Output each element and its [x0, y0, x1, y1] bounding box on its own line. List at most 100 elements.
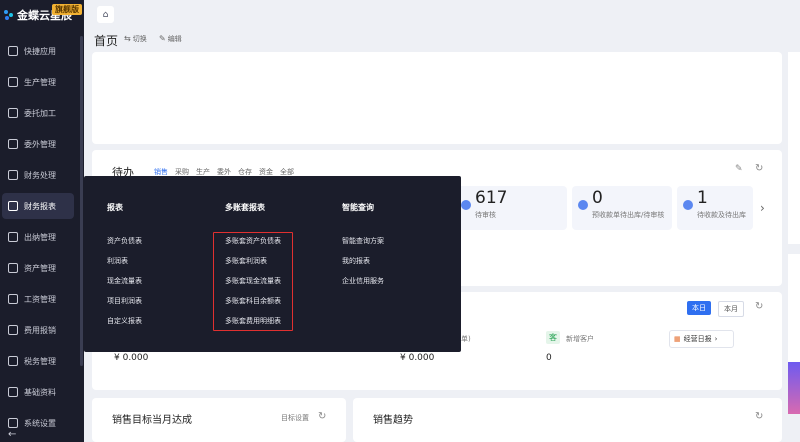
chart-icon: ▦	[674, 335, 681, 343]
sidebar-item-label: 委外管理	[24, 139, 56, 149]
trend-refresh-icon[interactable]: ↻	[755, 411, 763, 422]
asset-icon	[8, 263, 18, 273]
report-icon	[8, 201, 18, 211]
sales-target-title: 销售目标当月达成	[112, 415, 192, 426]
new-customer-label: 新增客户	[566, 335, 594, 343]
sidebar-item-assets[interactable]: 资产管理	[0, 255, 84, 281]
apps-icon	[8, 46, 18, 56]
banner-card	[92, 52, 782, 144]
menu-smart-query-plan[interactable]: 智能查询方案	[342, 236, 384, 246]
amount-1: ¥ 0.000	[114, 353, 149, 363]
sidebar-scrollbar[interactable]	[80, 36, 83, 366]
factory-icon	[8, 77, 18, 87]
sidebar: 金蝶云星辰 旗舰版 快捷应用 生产管理 委托加工 委外管理 财务处理 财务报表 …	[0, 0, 84, 442]
stat-label: 待审核	[475, 211, 496, 219]
sidebar-item-label: 费用报销	[24, 325, 56, 335]
sidebar-item-expense[interactable]: 费用报销	[0, 317, 84, 343]
stat-label: 待收款及待出库	[697, 211, 746, 219]
page-title: 首页	[94, 34, 119, 48]
sidebar-item-label: 财务报表	[24, 201, 56, 211]
sidebar-item-cashier[interactable]: 出纳管理	[0, 224, 84, 250]
sidebar-item-label: 工资管理	[24, 294, 56, 304]
review-icon	[461, 200, 471, 210]
menu-cash-flow[interactable]: 现金流量表	[107, 276, 142, 286]
stat-label: 预收款单待出库/待审核	[592, 211, 665, 219]
brand-logo[interactable]: 金蝶云星辰 旗舰版	[0, 0, 84, 30]
sidebar-item-label: 快捷应用	[24, 46, 56, 56]
amount-2: ¥ 0.000	[400, 353, 435, 363]
edit-todo-icon[interactable]: ✎	[735, 164, 743, 174]
edit-button[interactable]: ✎ 编辑	[159, 34, 182, 44]
column-title-smart-query: 智能查询	[342, 203, 374, 212]
menu-income-statement[interactable]: 利润表	[107, 256, 128, 266]
multi-book-highlight-box	[213, 232, 293, 331]
next-arrow-icon[interactable]: ›	[760, 201, 765, 215]
sales-trend-title: 销售趋势	[373, 415, 413, 426]
sales-trend-card	[353, 398, 782, 442]
sidebar-item-label: 财务处理	[24, 170, 56, 180]
sidebar-item-financial-reports[interactable]: 财务报表	[2, 193, 74, 219]
today-button[interactable]: 本日	[687, 301, 711, 315]
menu-custom-report[interactable]: 自定义报表	[107, 316, 142, 326]
chevron-right-icon: ›	[714, 335, 718, 343]
cashier-icon	[8, 232, 18, 242]
stat-value: 617	[475, 188, 508, 208]
sidebar-item-label: 基础资料	[24, 387, 56, 397]
sidebar-item-contract-processing[interactable]: 委托加工	[0, 100, 84, 126]
tools-icon	[8, 108, 18, 118]
column-title-reports: 报表	[107, 203, 123, 212]
financial-reports-dropdown: 报表 多账套报表 智能查询 资产负债表 利润表 现金流量表 项目利润表 自定义报…	[84, 176, 461, 352]
salary-icon	[8, 294, 18, 304]
sidebar-item-tax[interactable]: 税务管理	[0, 348, 84, 374]
sidebar-item-production[interactable]: 生产管理	[0, 69, 84, 95]
target-refresh-icon[interactable]: ↻	[318, 411, 326, 422]
edition-badge: 旗舰版	[52, 4, 82, 15]
switch-button[interactable]: ⇆ 切换	[124, 34, 147, 44]
switch-icon: ⇆	[124, 34, 131, 43]
column-title-multi-book-reports: 多账套报表	[225, 203, 265, 212]
report-refresh-icon[interactable]: ↻	[755, 301, 763, 312]
partial-label: 单)	[461, 335, 471, 343]
stat-value: 0	[592, 188, 603, 208]
customer-icon: 客	[546, 331, 560, 344]
stat-value: 1	[697, 188, 708, 208]
edit-label: 编辑	[167, 35, 182, 43]
menu-my-reports[interactable]: 我的报表	[342, 256, 370, 266]
menu-credit-service[interactable]: 企业信用服务	[342, 276, 384, 286]
sidebar-item-label: 资产管理	[24, 263, 56, 273]
menu-project-profit[interactable]: 项目利润表	[107, 296, 142, 306]
logo-icon	[4, 10, 14, 20]
promo-banner-edge[interactable]	[788, 362, 800, 414]
sidebar-item-finance[interactable]: 财务处理	[0, 162, 84, 188]
new-customer-count: 0	[546, 353, 552, 363]
collapse-sidebar-icon[interactable]: ←	[8, 429, 16, 440]
stat-pending-review[interactable]: 617 待审核	[455, 186, 567, 230]
sidebar-nav: 快捷应用 生产管理 委托加工 委外管理 财务处理 财务报表 出纳管理 资产管理 …	[0, 38, 84, 441]
sidebar-item-label: 出纳管理	[24, 232, 56, 242]
expense-icon	[8, 325, 18, 335]
stat-pending-receipt[interactable]: 1 待收款及待出库	[677, 186, 753, 230]
edit-icon: ✎	[159, 34, 166, 43]
sidebar-item-salary[interactable]: 工资管理	[0, 286, 84, 312]
sidebar-item-label: 生产管理	[24, 77, 56, 87]
sidebar-item-quick-apps[interactable]: 快捷应用	[0, 38, 84, 64]
outsource-icon	[8, 139, 18, 149]
finance-icon	[8, 170, 18, 180]
sidebar-item-master-data[interactable]: 基础资料	[0, 379, 84, 405]
database-icon	[8, 387, 18, 397]
this-month-button[interactable]: 本月	[718, 301, 744, 317]
sidebar-item-label: 税务管理	[24, 356, 56, 366]
switch-label: 切换	[132, 35, 147, 43]
home-icon[interactable]: ⌂	[97, 6, 114, 23]
menu-balance-sheet[interactable]: 资产负债表	[107, 236, 142, 246]
business-daily-button[interactable]: ▦ 经营日报 ›	[669, 330, 734, 348]
right-panel-edge	[788, 52, 800, 244]
sidebar-item-label: 委托加工	[24, 108, 56, 118]
refresh-icon[interactable]: ↻	[755, 163, 763, 174]
settings-icon	[8, 418, 18, 428]
target-setting-link[interactable]: 目标设置	[281, 413, 309, 423]
right-panel-edge-2	[788, 254, 800, 362]
sidebar-item-outsourcing[interactable]: 委外管理	[0, 131, 84, 157]
stat-prepaid-orders[interactable]: 0 预收款单待出库/待审核	[572, 186, 672, 230]
tax-icon	[8, 356, 18, 366]
